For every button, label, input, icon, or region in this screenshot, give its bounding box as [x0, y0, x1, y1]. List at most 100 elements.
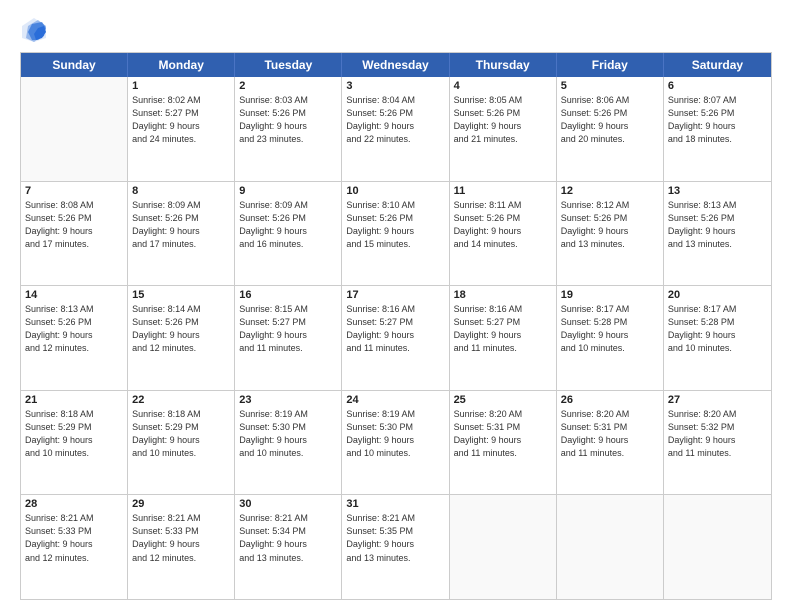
calendar-week-1: 1 Sunrise: 8:02 AM Sunset: 5:27 PM Daylig…: [21, 77, 771, 182]
calendar-cell-w4-d3: 23 Sunrise: 8:19 AM Sunset: 5:30 PM Dayli…: [235, 391, 342, 495]
day-info: Sunrise: 8:03 AM Sunset: 5:26 PM Dayligh…: [239, 94, 337, 146]
calendar: SundayMondayTuesdayWednesdayThursdayFrid…: [20, 52, 772, 600]
day-number: 10: [346, 185, 444, 197]
day-number: 27: [668, 394, 767, 406]
day-info: Sunrise: 8:14 AM Sunset: 5:26 PM Dayligh…: [132, 303, 230, 355]
calendar-cell-w3-d2: 15 Sunrise: 8:14 AM Sunset: 5:26 PM Dayli…: [128, 286, 235, 390]
day-info: Sunrise: 8:19 AM Sunset: 5:30 PM Dayligh…: [239, 408, 337, 460]
day-info: Sunrise: 8:12 AM Sunset: 5:26 PM Dayligh…: [561, 199, 659, 251]
calendar-cell-w2-d6: 12 Sunrise: 8:12 AM Sunset: 5:26 PM Dayli…: [557, 182, 664, 286]
day-info: Sunrise: 8:17 AM Sunset: 5:28 PM Dayligh…: [668, 303, 767, 355]
day-number: 9: [239, 185, 337, 197]
day-number: 26: [561, 394, 659, 406]
day-info: Sunrise: 8:15 AM Sunset: 5:27 PM Dayligh…: [239, 303, 337, 355]
day-number: 25: [454, 394, 552, 406]
calendar-week-3: 14 Sunrise: 8:13 AM Sunset: 5:26 PM Dayli…: [21, 286, 771, 391]
day-info: Sunrise: 8:02 AM Sunset: 5:27 PM Dayligh…: [132, 94, 230, 146]
day-info: Sunrise: 8:21 AM Sunset: 5:34 PM Dayligh…: [239, 512, 337, 564]
calendar-cell-w4-d2: 22Sunrise: 8:18 AM Sunset: 5:29 PM Dayli…: [128, 391, 235, 495]
calendar-cell-w1-d1: [21, 77, 128, 181]
day-info: Sunrise: 8:13 AM Sunset: 5:26 PM Dayligh…: [25, 303, 123, 355]
day-info: Sunrise: 8:09 AM Sunset: 5:26 PM Dayligh…: [132, 199, 230, 251]
calendar-cell-w5-d2: 29 Sunrise: 8:21 AM Sunset: 5:33 PM Dayli…: [128, 495, 235, 599]
day-info: Sunrise: 8:18 AM Sunset: 5:29 PM Dayligh…: [25, 408, 123, 460]
calendar-cell-w2-d2: 8 Sunrise: 8:09 AM Sunset: 5:26 PM Daylig…: [128, 182, 235, 286]
calendar-cell-w5-d5: [450, 495, 557, 599]
calendar-cell-w3-d4: 17Sunrise: 8:16 AM Sunset: 5:27 PM Dayli…: [342, 286, 449, 390]
page: SundayMondayTuesdayWednesdayThursdayFrid…: [0, 0, 792, 612]
day-number: 14: [25, 289, 123, 301]
day-info: Sunrise: 8:21 AM Sunset: 5:33 PM Dayligh…: [25, 512, 123, 564]
day-number: 8: [132, 185, 230, 197]
day-number: 12: [561, 185, 659, 197]
header: [20, 16, 772, 44]
calendar-cell-w5-d1: 28 Sunrise: 8:21 AM Sunset: 5:33 PM Dayli…: [21, 495, 128, 599]
calendar-cell-w3-d6: 19Sunrise: 8:17 AM Sunset: 5:28 PM Dayli…: [557, 286, 664, 390]
calendar-cell-w1-d2: 1 Sunrise: 8:02 AM Sunset: 5:27 PM Daylig…: [128, 77, 235, 181]
day-number: 16: [239, 289, 337, 301]
day-number: 28: [25, 498, 123, 510]
day-number: 11: [454, 185, 552, 197]
day-number: 20: [668, 289, 767, 301]
day-number: 2: [239, 80, 337, 92]
calendar-cell-w4-d5: 25Sunrise: 8:20 AM Sunset: 5:31 PM Dayli…: [450, 391, 557, 495]
calendar-cell-w4-d4: 24Sunrise: 8:19 AM Sunset: 5:30 PM Dayli…: [342, 391, 449, 495]
calendar-cell-w3-d5: 18 Sunrise: 8:16 AM Sunset: 5:27 PM Dayli…: [450, 286, 557, 390]
day-info: Sunrise: 8:13 AM Sunset: 5:26 PM Dayligh…: [668, 199, 767, 251]
calendar-cell-w2-d1: 7 Sunrise: 8:08 AM Sunset: 5:26 PM Daylig…: [21, 182, 128, 286]
calendar-cell-w5-d4: 31 Sunrise: 8:21 AM Sunset: 5:35 PM Dayli…: [342, 495, 449, 599]
calendar-cell-w1-d6: 5Sunrise: 8:06 AM Sunset: 5:26 PM Daylig…: [557, 77, 664, 181]
calendar-week-4: 21Sunrise: 8:18 AM Sunset: 5:29 PM Dayli…: [21, 391, 771, 496]
calendar-cell-w1-d5: 4 Sunrise: 8:05 AM Sunset: 5:26 PM Daylig…: [450, 77, 557, 181]
day-number: 17: [346, 289, 444, 301]
day-number: 31: [346, 498, 444, 510]
day-number: 24: [346, 394, 444, 406]
calendar-week-5: 28 Sunrise: 8:21 AM Sunset: 5:33 PM Dayli…: [21, 495, 771, 599]
calendar-cell-w2-d4: 10 Sunrise: 8:10 AM Sunset: 5:26 PM Dayli…: [342, 182, 449, 286]
day-info: Sunrise: 8:20 AM Sunset: 5:31 PM Dayligh…: [561, 408, 659, 460]
calendar-cell-w2-d7: 13 Sunrise: 8:13 AM Sunset: 5:26 PM Dayli…: [664, 182, 771, 286]
calendar-cell-w3-d7: 20 Sunrise: 8:17 AM Sunset: 5:28 PM Dayli…: [664, 286, 771, 390]
day-number: 29: [132, 498, 230, 510]
calendar-header-tuesday: Tuesday: [235, 53, 342, 77]
day-number: 23: [239, 394, 337, 406]
day-info: Sunrise: 8:21 AM Sunset: 5:35 PM Dayligh…: [346, 512, 444, 564]
logo: [20, 16, 52, 44]
calendar-cell-w4-d7: 27Sunrise: 8:20 AM Sunset: 5:32 PM Dayli…: [664, 391, 771, 495]
day-number: 15: [132, 289, 230, 301]
calendar-header-wednesday: Wednesday: [342, 53, 449, 77]
day-number: 1: [132, 80, 230, 92]
calendar-header-thursday: Thursday: [450, 53, 557, 77]
calendar-header-row: SundayMondayTuesdayWednesdayThursdayFrid…: [21, 53, 771, 77]
day-number: 6: [668, 80, 767, 92]
day-info: Sunrise: 8:10 AM Sunset: 5:26 PM Dayligh…: [346, 199, 444, 251]
calendar-cell-w2-d5: 11 Sunrise: 8:11 AM Sunset: 5:26 PM Dayli…: [450, 182, 557, 286]
calendar-header-saturday: Saturday: [664, 53, 771, 77]
day-info: Sunrise: 8:21 AM Sunset: 5:33 PM Dayligh…: [132, 512, 230, 564]
calendar-cell-w4-d1: 21Sunrise: 8:18 AM Sunset: 5:29 PM Dayli…: [21, 391, 128, 495]
day-info: Sunrise: 8:09 AM Sunset: 5:26 PM Dayligh…: [239, 199, 337, 251]
day-number: 7: [25, 185, 123, 197]
calendar-cell-w3-d3: 16 Sunrise: 8:15 AM Sunset: 5:27 PM Dayli…: [235, 286, 342, 390]
calendar-cell-w1-d7: 6 Sunrise: 8:07 AM Sunset: 5:26 PM Daylig…: [664, 77, 771, 181]
calendar-header-friday: Friday: [557, 53, 664, 77]
day-info: Sunrise: 8:08 AM Sunset: 5:26 PM Dayligh…: [25, 199, 123, 251]
day-number: 3: [346, 80, 444, 92]
calendar-cell-w1-d3: 2 Sunrise: 8:03 AM Sunset: 5:26 PM Daylig…: [235, 77, 342, 181]
day-info: Sunrise: 8:05 AM Sunset: 5:26 PM Dayligh…: [454, 94, 552, 146]
day-info: Sunrise: 8:07 AM Sunset: 5:26 PM Dayligh…: [668, 94, 767, 146]
calendar-cell-w5-d3: 30Sunrise: 8:21 AM Sunset: 5:34 PM Dayli…: [235, 495, 342, 599]
day-number: 13: [668, 185, 767, 197]
calendar-header-sunday: Sunday: [21, 53, 128, 77]
day-info: Sunrise: 8:16 AM Sunset: 5:27 PM Dayligh…: [454, 303, 552, 355]
day-info: Sunrise: 8:06 AM Sunset: 5:26 PM Dayligh…: [561, 94, 659, 146]
day-number: 18: [454, 289, 552, 301]
calendar-cell-w1-d4: 3 Sunrise: 8:04 AM Sunset: 5:26 PM Daylig…: [342, 77, 449, 181]
day-info: Sunrise: 8:11 AM Sunset: 5:26 PM Dayligh…: [454, 199, 552, 251]
day-info: Sunrise: 8:04 AM Sunset: 5:26 PM Dayligh…: [346, 94, 444, 146]
calendar-header-monday: Monday: [128, 53, 235, 77]
calendar-cell-w2-d3: 9 Sunrise: 8:09 AM Sunset: 5:26 PM Daylig…: [235, 182, 342, 286]
day-number: 4: [454, 80, 552, 92]
day-number: 22: [132, 394, 230, 406]
calendar-cell-w5-d6: [557, 495, 664, 599]
